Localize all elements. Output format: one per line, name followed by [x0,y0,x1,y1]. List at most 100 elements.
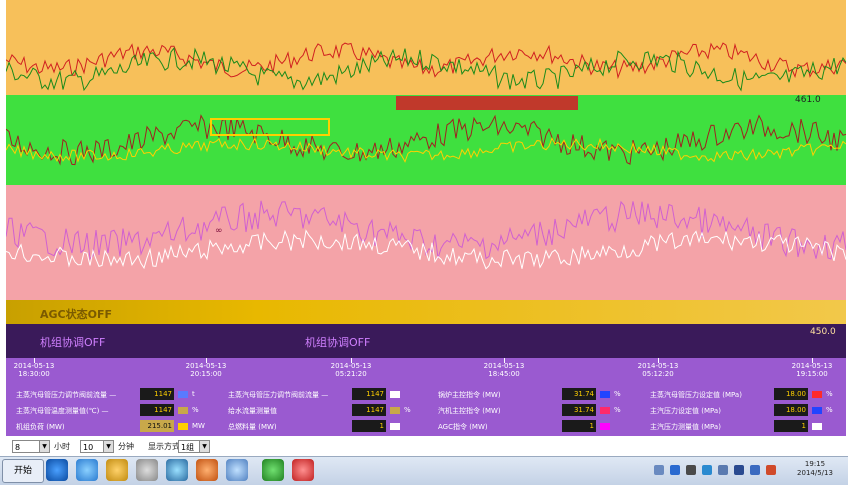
excel-icon[interactable] [262,459,284,481]
network-icon[interactable] [226,459,248,481]
param-unit: % [826,390,833,398]
start-button-label: 开始 [13,466,32,476]
time-tick-label: 2014-05-13 20:15:00 [176,362,236,378]
time-tick-label: 2014-05-13 18:30:00 [4,362,64,378]
param-value: 1 [562,420,596,432]
param-label: 机组负荷 (MW) [16,423,65,431]
ie-icon[interactable] [46,459,68,481]
param-unit: MW [192,422,205,430]
param-label: 主蒸汽母管压力调节阀前流量 — [228,391,329,399]
param-label: 主蒸汽母管温度测量值(℃) — [16,407,109,415]
tick-date: 2014-05-13 [483,362,525,370]
param-label: 主蒸汽母管压力调节阀前流量 — [16,391,117,399]
param-unit: % [614,390,621,398]
tick-date: 2014-05-13 [330,362,372,370]
series-color-swatch [390,391,400,398]
scale-right-label: 450.0 [810,327,836,337]
scale-top-label: 461.0 [795,95,821,105]
param-value: 18.00 [774,388,808,400]
clock-date: 2014/5/13 [797,469,833,477]
tick-time: 05:21:20 [335,370,367,378]
agc-status-label: AGC状态OFF [40,308,112,321]
trend-line [6,229,846,270]
series-color-swatch [600,423,610,430]
param-label: 主汽压力设定值 (MPa) [650,407,721,415]
coordination-mode-middle: 机组协调OFF [305,336,371,349]
time-axis [6,358,846,384]
chevron-down-icon: ▼ [39,441,49,452]
param-label: 总燃料量 (MW) [228,423,277,431]
tick-time: 18:30:00 [18,370,50,378]
browser-icon[interactable] [76,459,98,481]
param-unit: t [192,390,195,398]
mode-band [6,324,846,358]
trend-line [6,46,846,92]
trend-chart-svg [6,42,846,270]
trend-line [6,137,846,163]
series-color-swatch [812,407,822,414]
param-label: AGC指令 (MW) [438,423,488,431]
display-mode-label: 显示方式 [148,442,180,451]
tick-date: 2014-05-13 [185,362,227,370]
agc-status-strip [6,300,846,324]
tray-alert-icon[interactable] [766,465,776,475]
tick-time: 18:45:00 [488,370,520,378]
paint-icon[interactable] [196,459,218,481]
param-unit: % [614,406,621,414]
series-color-swatch [178,423,188,430]
tray-ime-icon[interactable] [750,465,760,475]
tray-shield-icon[interactable] [702,465,712,475]
tick-time: 19:15:00 [796,370,828,378]
series-color-swatch [812,391,822,398]
tick-time: 05:12:20 [642,370,674,378]
param-value: 18.00 [774,404,808,416]
series-color-swatch [178,391,188,398]
series-color-swatch [178,407,188,414]
chevron-down-icon: ▼ [199,441,209,452]
app-icon[interactable] [292,459,314,481]
media-icon[interactable] [166,459,188,481]
time-tick-label: 2014-05-13 05:21:20 [321,362,381,378]
param-unit: % [404,406,411,414]
trend-band-red [396,96,578,110]
folder-icon[interactable] [106,459,128,481]
time-tick-label: 2014-05-13 05:12:20 [628,362,688,378]
param-value: 1147 [352,388,386,400]
param-value: 215.01 [140,420,174,432]
trend-line [6,42,846,80]
tray-display-icon[interactable] [734,465,744,475]
display-mode-select[interactable]: 1组 ▼ [178,440,210,453]
param-unit: % [192,406,199,414]
series-color-swatch [600,391,610,398]
param-label: 汽机主控指令 (MW) [438,407,501,415]
param-value: 1147 [352,404,386,416]
highlight-box [210,118,330,136]
param-value: 1 [774,420,808,432]
tools-icon[interactable] [136,459,158,481]
interval-select-value: 10 [83,443,94,452]
tray-volume-icon[interactable] [686,465,696,475]
param-label: 锅炉主控指令 (MW) [438,391,501,399]
start-button[interactable]: 开始 [2,459,44,483]
tick-time: 20:15:00 [190,370,222,378]
interval-select[interactable]: 10 ▼ [80,440,114,453]
param-value: 1 [352,420,386,432]
coordination-mode-left: 机组协调OFF [40,336,106,349]
tray-network-icon[interactable] [670,465,680,475]
range-select[interactable]: 8 ▼ [12,440,50,453]
trend-line [6,200,846,261]
clock-time: 19:15 [804,460,826,468]
tick-date: 2014-05-13 [637,362,679,370]
series-color-swatch [812,423,822,430]
param-label: 给水流量测量值 [228,407,277,415]
param-label: 主汽压力测量值 (MPa) [650,423,721,431]
series-color-swatch [390,407,400,414]
tray-flag-icon[interactable] [718,465,728,475]
system-clock[interactable]: 19:15 2014/5/13 [790,460,840,478]
range-select-value: 8 [15,443,21,452]
tray-up-icon[interactable] [654,465,664,475]
param-value: 1147 [140,404,174,416]
chevron-down-icon: ▼ [103,441,113,452]
trend-chart-area [6,0,846,300]
time-tick-label: 2014-05-13 18:45:00 [474,362,534,378]
